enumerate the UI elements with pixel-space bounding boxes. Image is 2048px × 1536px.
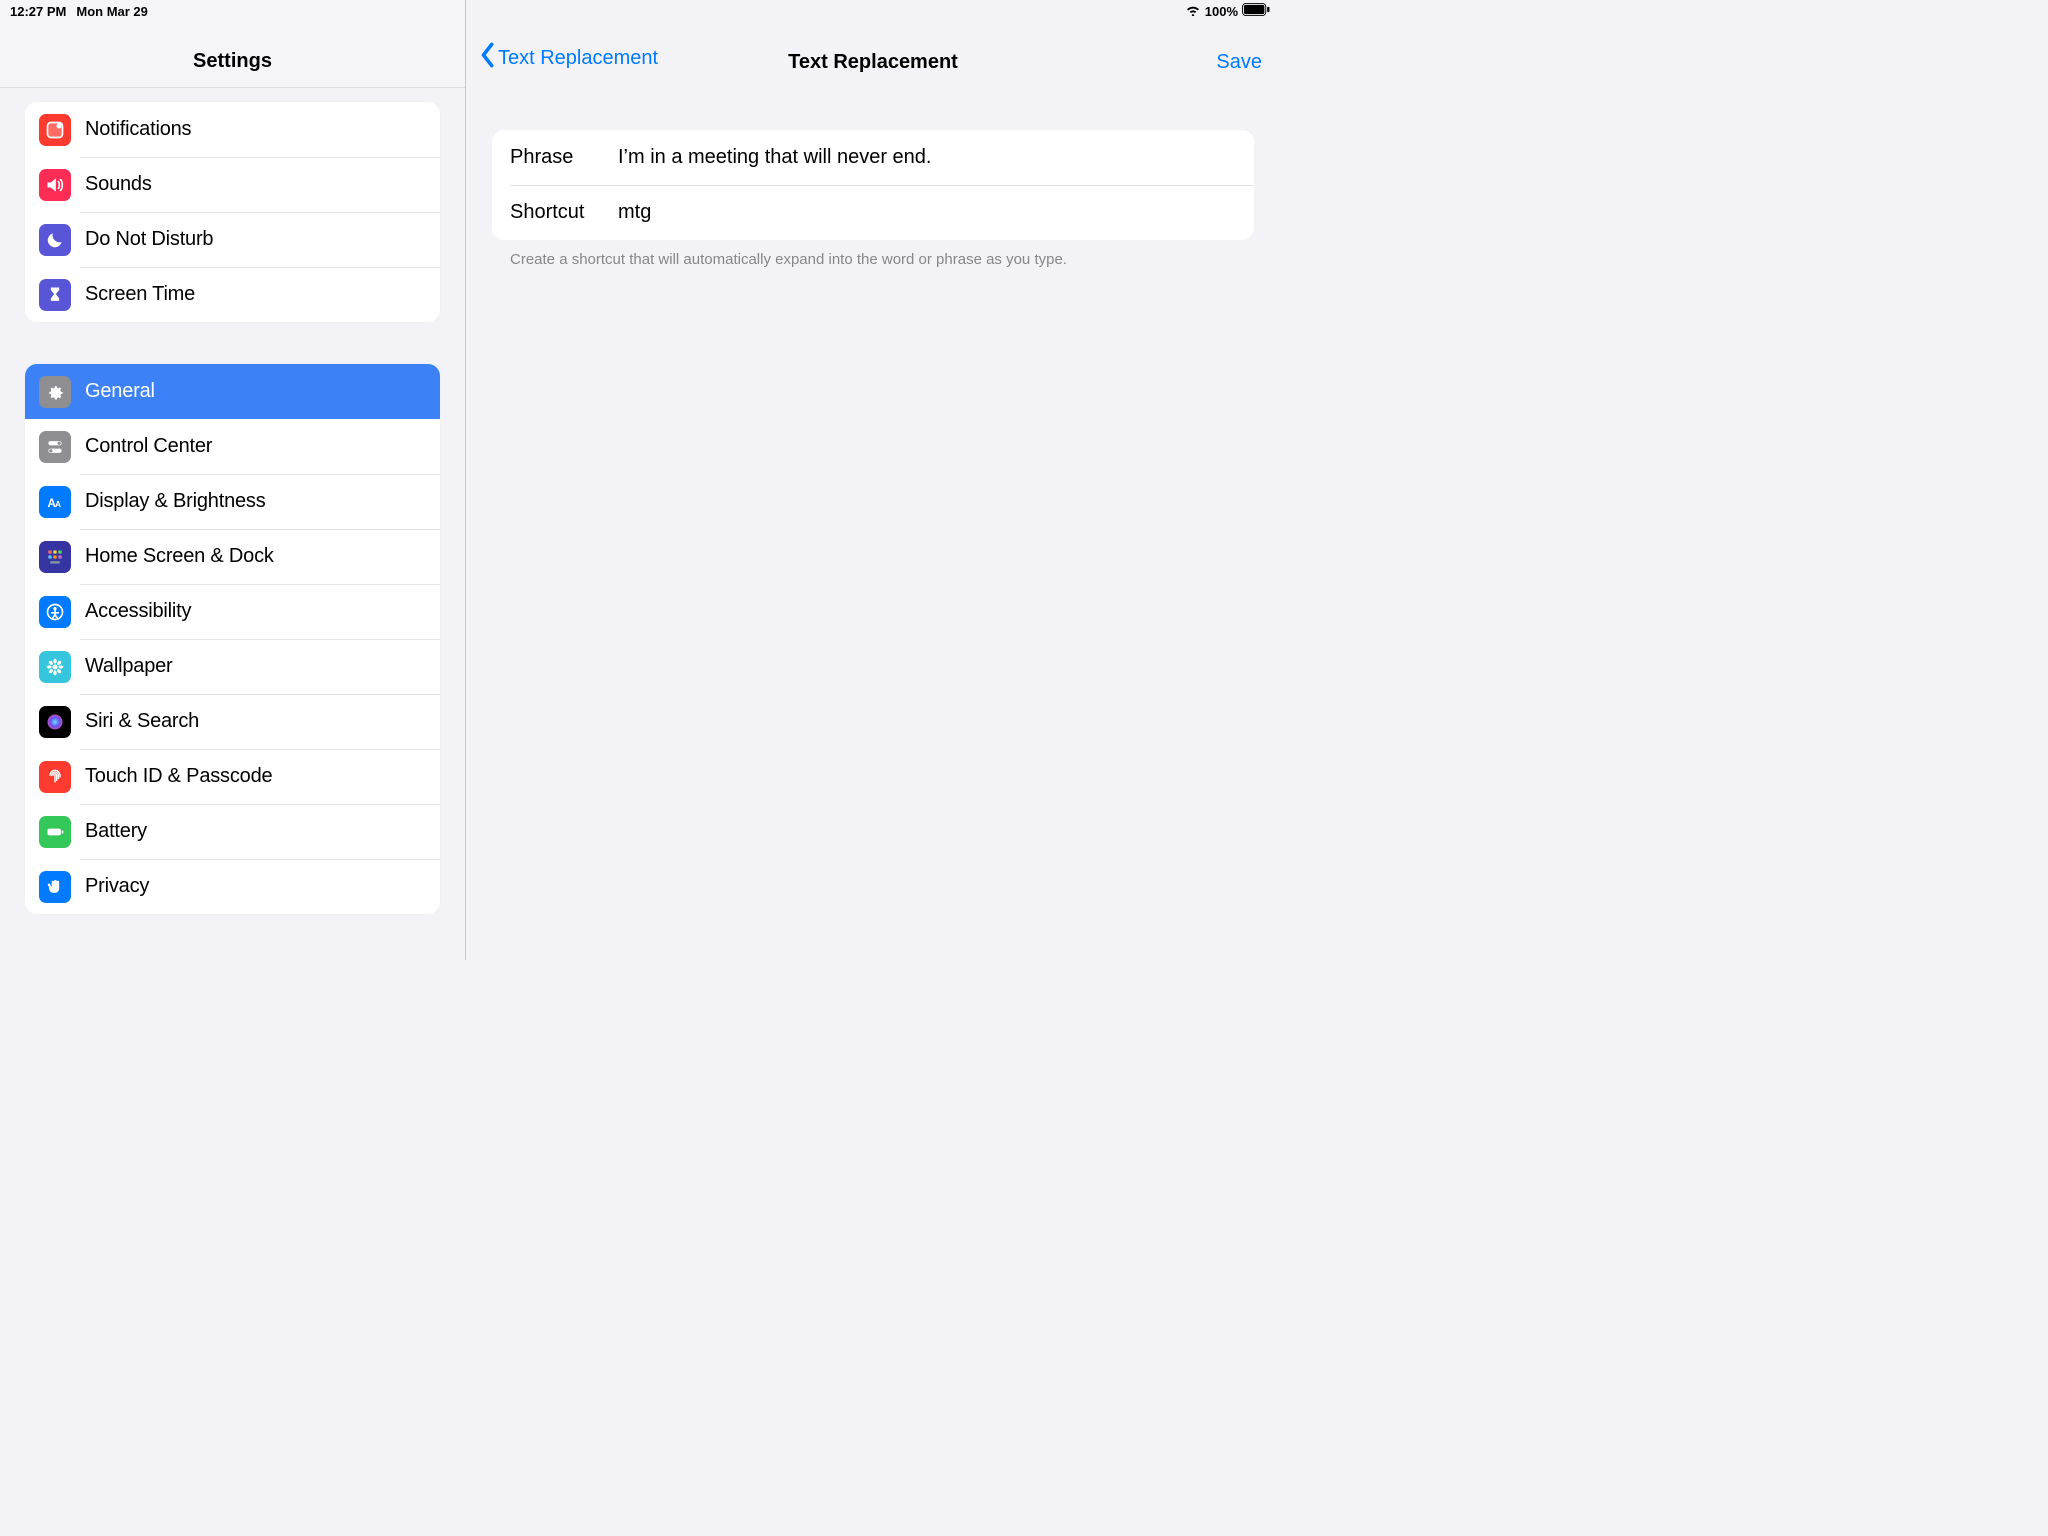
sidebar-item-do-not-disturb[interactable]: Do Not Disturb bbox=[25, 212, 440, 267]
sidebar-item-notifications[interactable]: Notifications bbox=[25, 102, 440, 157]
status-time: 12:27 PM bbox=[10, 4, 66, 19]
sidebar-item-label: Notifications bbox=[85, 118, 191, 141]
sidebar-item-label: Home Screen & Dock bbox=[85, 545, 274, 568]
sidebar-title: Settings bbox=[193, 50, 272, 73]
sidebar-item-label: Siri & Search bbox=[85, 710, 199, 733]
sidebar-item-touch-id-passcode[interactable]: Touch ID & Passcode bbox=[25, 749, 440, 804]
sounds-icon bbox=[39, 169, 71, 201]
battery-percent: 100% bbox=[1205, 4, 1238, 19]
sidebar-list[interactable]: Notifications Sounds Do Not Disturb Screen … bbox=[0, 88, 465, 960]
sidebar-item-home-screen-dock[interactable]: Home Screen & Dock bbox=[25, 529, 440, 584]
sidebar-item-label: Do Not Disturb bbox=[85, 228, 213, 251]
sidebar-item-label: Touch ID & Passcode bbox=[85, 765, 272, 788]
shortcut-input[interactable] bbox=[618, 201, 1254, 224]
gear-icon bbox=[39, 376, 71, 408]
save-button[interactable]: Save bbox=[1216, 51, 1262, 74]
flower-icon bbox=[39, 651, 71, 683]
svg-text:A: A bbox=[55, 499, 61, 509]
sidebar-item-label: Control Center bbox=[85, 435, 212, 458]
sidebar-item-siri-search[interactable]: Siri & Search bbox=[25, 694, 440, 749]
sidebar-item-label: Display & Brightness bbox=[85, 490, 266, 513]
sidebar-item-label: Accessibility bbox=[85, 600, 191, 623]
battery-icon bbox=[1242, 3, 1270, 19]
sidebar-item-accessibility[interactable]: Accessibility bbox=[25, 584, 440, 639]
shortcut-label: Shortcut bbox=[510, 201, 618, 224]
sidebar-item-sounds[interactable]: Sounds bbox=[25, 157, 440, 212]
sidebar-item-battery[interactable]: Battery bbox=[25, 804, 440, 859]
chevron-left-icon bbox=[478, 42, 496, 74]
notifications-icon bbox=[39, 114, 71, 146]
text-replacement-form: Phrase Shortcut bbox=[492, 130, 1254, 240]
detail-pane: Text Replacement Text Replacement Save P… bbox=[466, 0, 1280, 960]
sidebar-item-label: Battery bbox=[85, 820, 147, 843]
form-footer: Create a shortcut that will automaticall… bbox=[492, 240, 1254, 270]
fingerprint-icon bbox=[39, 761, 71, 793]
sidebar-item-screen-time[interactable]: Screen Time bbox=[25, 267, 440, 322]
sidebar-item-label: General bbox=[85, 380, 155, 403]
sidebar-item-label: Sounds bbox=[85, 173, 152, 196]
hand-icon bbox=[39, 871, 71, 903]
detail-content[interactable]: Phrase Shortcut Create a shortcut that w… bbox=[466, 88, 1280, 960]
status-date: Mon Mar 29 bbox=[76, 4, 148, 19]
sidebar-group: Notifications Sounds Do Not Disturb Screen … bbox=[25, 102, 440, 322]
sidebar-item-general[interactable]: General bbox=[25, 364, 440, 419]
toggles-icon bbox=[39, 431, 71, 463]
grid-icon bbox=[39, 541, 71, 573]
sidebar: Settings Notifications Sounds Do Not Distu… bbox=[0, 0, 466, 960]
person-icon bbox=[39, 596, 71, 628]
page-title: Text Replacement bbox=[788, 51, 958, 74]
phrase-row[interactable]: Phrase bbox=[492, 130, 1254, 185]
sidebar-item-privacy[interactable]: Privacy bbox=[25, 859, 440, 914]
phrase-label: Phrase bbox=[510, 146, 618, 169]
sidebar-item-label: Wallpaper bbox=[85, 655, 173, 678]
back-label: Text Replacement bbox=[498, 47, 658, 70]
sidebar-item-control-center[interactable]: Control Center bbox=[25, 419, 440, 474]
siri-icon bbox=[39, 706, 71, 738]
sidebar-item-label: Privacy bbox=[85, 875, 149, 898]
sidebar-item-wallpaper[interactable]: Wallpaper bbox=[25, 639, 440, 694]
hourglass-icon bbox=[39, 279, 71, 311]
sidebar-item-label: Screen Time bbox=[85, 283, 195, 306]
dnd-icon bbox=[39, 224, 71, 256]
wifi-icon bbox=[1185, 4, 1201, 19]
sidebar-group: General Control Center AA Display & Brightn… bbox=[25, 364, 440, 914]
sidebar-item-display-brightness[interactable]: AA Display & Brightness bbox=[25, 474, 440, 529]
shortcut-row[interactable]: Shortcut bbox=[492, 185, 1254, 240]
back-button[interactable]: Text Replacement bbox=[476, 42, 658, 74]
phrase-input[interactable] bbox=[618, 146, 1254, 169]
aa-icon: AA bbox=[39, 486, 71, 518]
battery-icon bbox=[39, 816, 71, 848]
status-bar: 12:27 PM Mon Mar 29 100% bbox=[0, 0, 1280, 20]
